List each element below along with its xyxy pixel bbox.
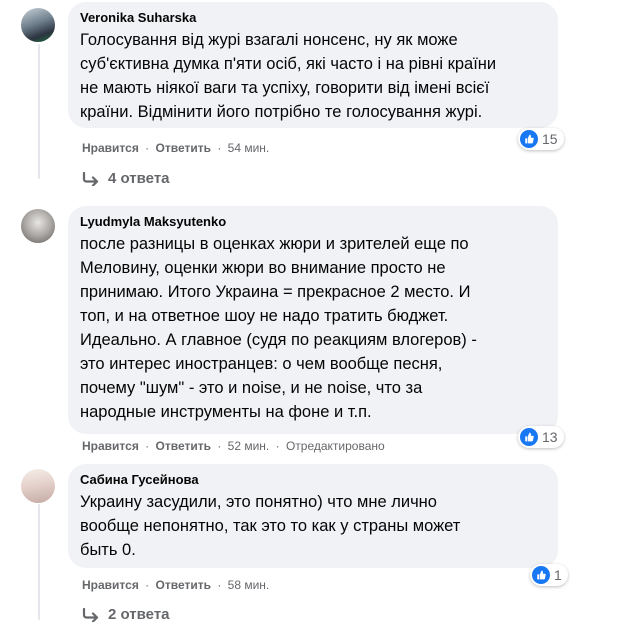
reaction-count: 1: [554, 567, 562, 583]
like-link[interactable]: Нравится: [82, 578, 139, 592]
thumbs-up-icon: [520, 428, 538, 446]
comment-bubble: Veronika Suharska Голосування від журі в…: [68, 2, 558, 128]
separator: ·: [275, 439, 280, 453]
like-link[interactable]: Нравится: [82, 141, 139, 155]
comment-time[interactable]: 54 мин.: [228, 141, 270, 155]
reply-link[interactable]: Ответить: [156, 141, 211, 155]
reaction-count: 15: [542, 131, 558, 147]
thumbs-up-icon: [532, 566, 550, 584]
edited-label[interactable]: Отредактировано: [286, 439, 385, 453]
comment-time[interactable]: 58 мин.: [228, 578, 270, 592]
reaction-count: 13: [542, 429, 558, 445]
comment-author[interactable]: Veronika Suharska: [80, 10, 546, 26]
reply-link[interactable]: Ответить: [156, 578, 211, 592]
reply-arrow-icon: [82, 607, 99, 622]
comment-actions: Нравится · Ответить · 54 мин.: [82, 140, 269, 156]
avatar[interactable]: [21, 209, 55, 243]
comment-bubble: Lyudmyla Maksyutenko после разницы в оце…: [68, 206, 558, 434]
separator: ·: [145, 141, 150, 155]
comment-actions: Нравится · Ответить · 52 мин. · Отредакт…: [82, 438, 385, 454]
separator: ·: [217, 439, 222, 453]
separator: ·: [145, 439, 150, 453]
comment-author[interactable]: Lyudmyla Maksyutenko: [80, 214, 546, 230]
like-link[interactable]: Нравится: [82, 439, 139, 453]
comment-text: после разницы в оценках жюри и зрителей …: [80, 235, 477, 421]
replies-label: 2 ответа: [108, 606, 170, 623]
reply-link[interactable]: Ответить: [156, 439, 211, 453]
separator: ·: [217, 578, 222, 592]
comment-author[interactable]: Сабина Гусейнова: [80, 472, 546, 488]
comment-actions: Нравится · Ответить · 58 мин.: [82, 577, 269, 593]
avatar[interactable]: [21, 8, 55, 42]
thread-line: [38, 44, 40, 179]
comment-bubble: Сабина Гусейнова Украину засудили, это п…: [68, 464, 558, 568]
reaction-summary[interactable]: 13: [518, 426, 564, 448]
view-replies-button[interactable]: 4 ответа: [82, 170, 170, 187]
thumbs-up-icon: [520, 130, 538, 148]
reply-arrow-icon: [82, 171, 99, 186]
thread-line: [38, 504, 40, 620]
reaction-summary[interactable]: 1: [530, 564, 568, 586]
view-replies-button[interactable]: 2 ответа: [82, 606, 170, 623]
avatar[interactable]: [21, 469, 55, 503]
separator: ·: [145, 578, 150, 592]
replies-label: 4 ответа: [108, 170, 170, 187]
comment-text: Украину засудили, это понятно) что мне л…: [80, 493, 461, 559]
reaction-summary[interactable]: 15: [518, 128, 564, 150]
comment-text: Голосування від журі взагалі нонсенс, ну…: [80, 31, 497, 121]
separator: ·: [217, 141, 222, 155]
comment-time[interactable]: 52 мин.: [228, 439, 270, 453]
